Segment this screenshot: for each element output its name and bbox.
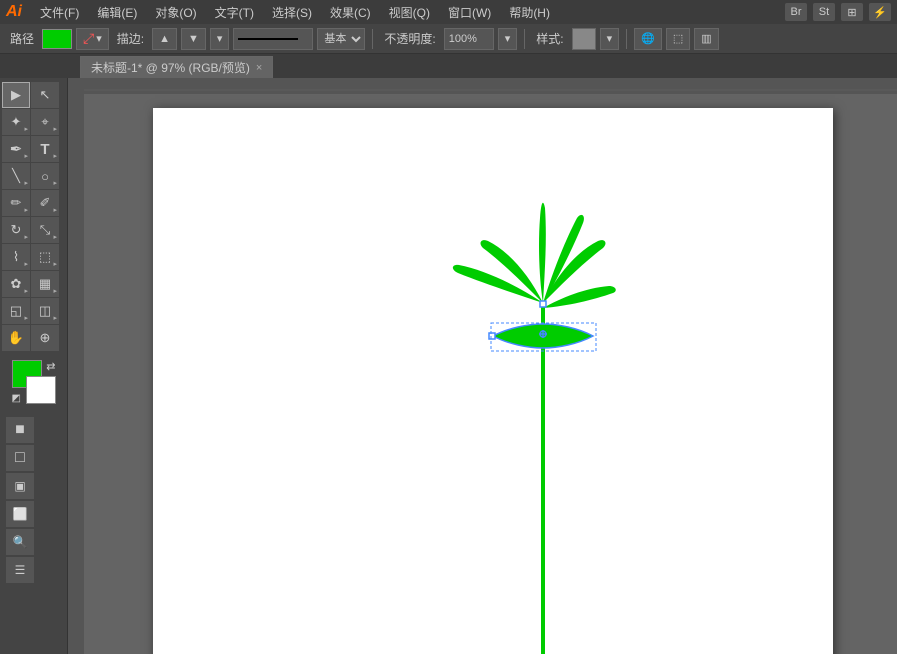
menu-object[interactable]: 对象(O) [147, 2, 204, 23]
canvas-area[interactable] [68, 78, 897, 654]
title-right-icons: Br St ⊞ ⚡ [785, 3, 891, 21]
stroke-none-btn[interactable]: □ [6, 445, 34, 471]
graph-tool[interactable]: ▦ ▸ [31, 271, 59, 297]
artwork-canvas [153, 108, 833, 654]
menu-select[interactable]: 选择(S) [264, 2, 320, 23]
tab-title: 未标题-1* @ 97% (RGB/预览) [91, 59, 250, 76]
selection-tool[interactable]: ▶ [2, 82, 30, 108]
slice-tool[interactable]: ◫ ▸ [31, 298, 59, 324]
swap-colors-icon[interactable]: ⇄ [46, 360, 55, 373]
warp-tool[interactable]: ⌇ ▸ [2, 244, 30, 270]
menu-edit[interactable]: 编辑(E) [89, 2, 145, 23]
scale-tool[interactable]: ⤡ ▸ [31, 217, 59, 243]
document-tab[interactable]: 未标题-1* @ 97% (RGB/预览) × [80, 56, 273, 78]
background-color[interactable] [26, 376, 56, 404]
tool-row-7: ⌇ ▸ ⬚ ▸ [2, 244, 65, 270]
title-bar: Ai 文件(F) 编辑(E) 对象(O) 文字(T) 选择(S) 效果(C) 视… [0, 0, 897, 24]
line-tool[interactable]: ╲ ▸ [2, 163, 30, 189]
zoom-in-btn[interactable]: 🔍 [6, 529, 34, 555]
tool-row-1: ▶ ↖ [2, 82, 65, 108]
tool-row-3: ✒ ▸ T ▸ [2, 136, 65, 162]
fill-none-btn[interactable]: ■ [6, 417, 34, 443]
stock-icon[interactable]: St [813, 3, 835, 21]
path-label: 路径 [6, 30, 38, 47]
symbol-tool[interactable]: ✿ ▸ [2, 271, 30, 297]
screen-mode-btn[interactable]: ⬜ [6, 501, 34, 527]
tab-bar: 未标题-1* @ 97% (RGB/预览) × [0, 54, 897, 78]
menu-view[interactable]: 视图(Q) [381, 2, 438, 23]
color-section: ⇄ ◩ [2, 356, 65, 408]
shape-tool[interactable]: ○ ▸ [31, 163, 59, 189]
type-tool[interactable]: T ▸ [31, 136, 59, 162]
stroke-style-select[interactable]: 基本 [317, 28, 365, 50]
main-content: ▶ ↖ ✦ ▸ ⌖ ▸ ✒ ▸ T ▸ [0, 78, 897, 654]
tool-row-5: ✏ ▸ ✐ ▸ [2, 190, 65, 216]
menu-file[interactable]: 文件(F) [32, 2, 87, 23]
magic-wand-tool[interactable]: ✦ ▸ [2, 109, 30, 135]
opacity-input[interactable]: 100% [444, 28, 494, 50]
toolbox: ▶ ↖ ✦ ▸ ⌖ ▸ ✒ ▸ T ▸ [0, 78, 68, 654]
sidebar-bottom-tools: ■ □ ▣ ⬜ 🔍 ☰ [2, 413, 65, 587]
tool-row-10: ✋ ⊕ [2, 325, 65, 351]
bridge-icon[interactable]: Br [785, 3, 807, 21]
stroke-label: 描边: [113, 30, 148, 47]
ruler-vertical [68, 78, 84, 654]
app-logo: Ai [6, 3, 22, 21]
tool-row-8: ✿ ▸ ▦ ▸ [2, 271, 65, 297]
paintbrush-tool[interactable]: ✏ ▸ [2, 190, 30, 216]
menu-window[interactable]: 窗口(W) [440, 2, 499, 23]
artboard-tool[interactable]: ◱ ▸ [2, 298, 30, 324]
document-area [88, 98, 897, 654]
menu-help[interactable]: 帮助(H) [501, 2, 558, 23]
options-toolbar: 路径 ⤢ ▾ 描边: ▲ ▼ ▾ 基本 不透明度: 100% ▾ 样式: ▾ 🌐… [0, 24, 897, 54]
arrange-btn[interactable]: ▥ [694, 28, 718, 50]
pen-tool[interactable]: ✒ ▸ [2, 136, 30, 162]
settings-icon[interactable]: ⚡ [869, 3, 891, 21]
panel-toggle-btn[interactable]: ☰ [6, 557, 34, 583]
stroke-up-btn[interactable]: ▲ [152, 28, 177, 50]
zoom-tool[interactable]: ⊕ [31, 325, 59, 351]
lasso-tool[interactable]: ⌖ ▸ [31, 109, 59, 135]
menu-bar: 文件(F) 编辑(E) 对象(O) 文字(T) 选择(S) 效果(C) 视图(Q… [32, 2, 785, 23]
color-selector: ⇄ ◩ [12, 360, 56, 404]
direct-selection-tool[interactable]: ↖ [31, 82, 59, 108]
ruler-horizontal [68, 78, 897, 94]
style-chevron-btn[interactable]: ▾ [600, 28, 620, 50]
menu-text[interactable]: 文字(T) [207, 2, 262, 23]
opacity-chevron-btn[interactable]: ▾ [498, 28, 518, 50]
stroke-select-btn[interactable]: ▾ [210, 28, 230, 50]
style-label: 样式: [532, 30, 567, 47]
mask-btn[interactable]: ⬚ [666, 28, 690, 50]
earth-btn[interactable]: 🌐 [634, 28, 662, 50]
stroke-chevron-icon: ▾ [96, 32, 102, 45]
default-colors-icon[interactable]: ◩ [12, 393, 21, 404]
stroke-line-display [233, 28, 313, 50]
tool-row-2: ✦ ▸ ⌖ ▸ [2, 109, 65, 135]
rotate-tool[interactable]: ↻ ▸ [2, 217, 30, 243]
tool-row-4: ╲ ▸ ○ ▸ [2, 163, 65, 189]
hand-tool[interactable]: ✋ [2, 325, 30, 351]
stroke-arrow-btn[interactable]: ⤢ ▾ [76, 28, 109, 50]
pencil-tool[interactable]: ✐ ▸ [31, 190, 59, 216]
gradient-btn[interactable]: ▣ [6, 473, 34, 499]
menu-effect[interactable]: 效果(C) [322, 2, 379, 23]
free-transform-tool[interactable]: ⬚ ▸ [31, 244, 59, 270]
artboard[interactable] [153, 108, 833, 654]
style-box[interactable] [572, 28, 596, 50]
tab-close-button[interactable]: × [256, 62, 262, 74]
fill-color-box[interactable] [42, 29, 72, 49]
stroke-down-btn[interactable]: ▼ [181, 28, 206, 50]
stroke-arrow-icon: ⤢ [83, 30, 94, 47]
tool-row-6: ↻ ▸ ⤡ ▸ [2, 217, 65, 243]
workspace-icon[interactable]: ⊞ [841, 3, 863, 21]
opacity-label: 不透明度: [380, 30, 439, 47]
tool-row-9: ◱ ▸ ◫ ▸ [2, 298, 65, 324]
